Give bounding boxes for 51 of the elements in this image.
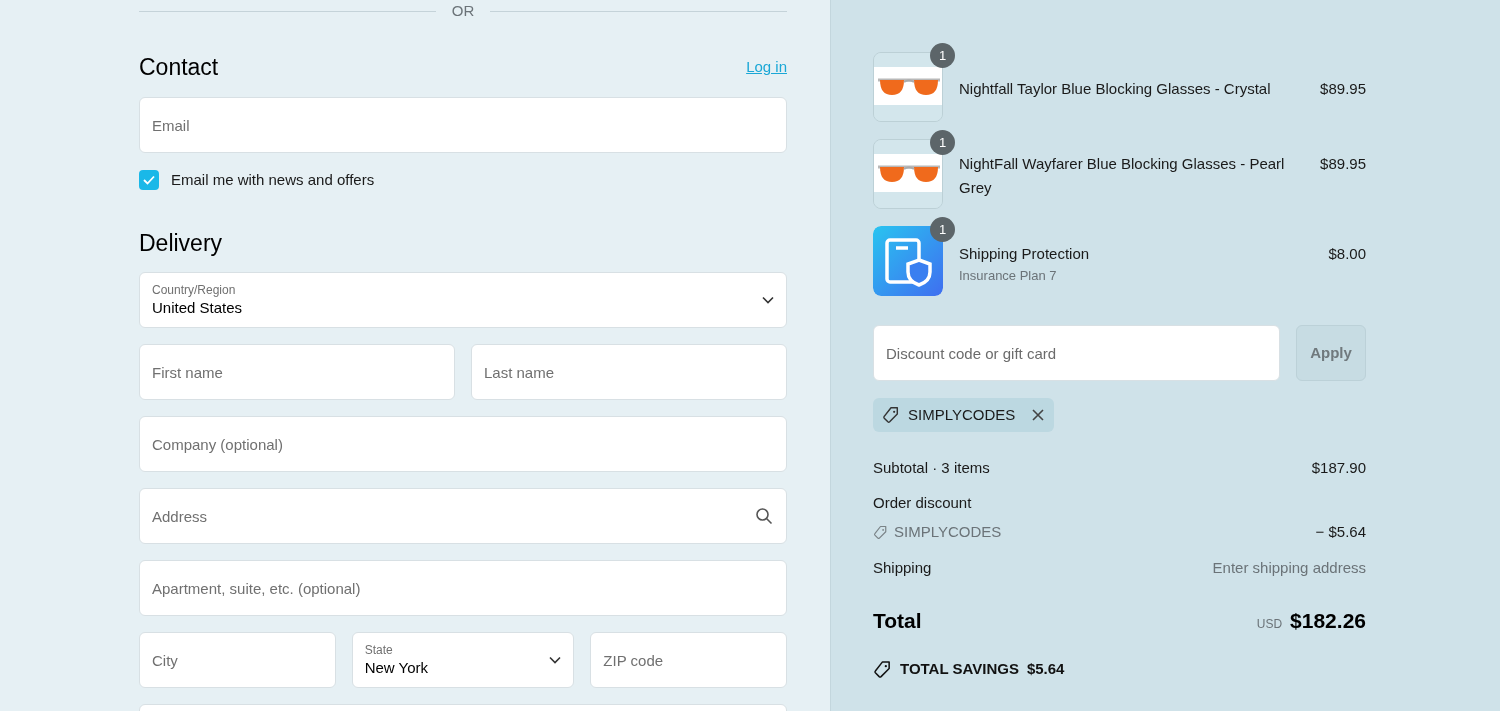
input-field[interactable]: First name <box>139 344 455 400</box>
summary-label: Order discount <box>873 492 972 513</box>
chevron-down-icon <box>549 656 562 664</box>
divider-label: OR <box>451 0 475 21</box>
tag-icon <box>882 406 900 424</box>
checkbox[interactable] <box>139 170 159 190</box>
chevron-down-icon <box>762 296 774 304</box>
input-field[interactable]: Company (optional) <box>139 416 787 472</box>
input-field[interactable]: Last name <box>471 344 787 400</box>
summary-value: Enter shipping address <box>1212 557 1366 578</box>
currency-label: USD <box>1256 616 1283 634</box>
input-field[interactable]: Discount code or gift card <box>873 325 1280 381</box>
discount-amount: − $5.64 <box>1315 521 1366 542</box>
summary-label: Shipping <box>873 557 932 578</box>
tag-icon <box>873 524 888 540</box>
total-label: Total <box>873 608 922 635</box>
input-field[interactable]: ZIP code <box>590 632 787 688</box>
product-price: $8.00 <box>1328 244 1366 264</box>
input-field[interactable]: Address <box>139 488 787 544</box>
quantity-badge: 1 <box>930 130 955 155</box>
discount-code: SIMPLYCODES <box>894 521 1002 542</box>
field-value: New York <box>364 658 430 678</box>
savings-amount: $5.64 <box>1026 659 1065 679</box>
field-label: State <box>364 642 394 658</box>
select-field[interactable]: Country/Region United States <box>139 272 787 328</box>
section-heading: Contact <box>139 52 219 82</box>
savings-label: TOTAL SAVINGS <box>900 659 1019 679</box>
quantity-badge: 1 <box>930 217 955 242</box>
tags-icon <box>873 659 892 679</box>
select-field[interactable]: State New York <box>351 632 575 688</box>
close-icon[interactable] <box>1031 408 1046 422</box>
product-subtitle: Insurance Plan 7 <box>959 267 1058 285</box>
product-name: Shipping Protection <box>959 244 1091 264</box>
product-price: $89.95 <box>1320 154 1366 174</box>
total-amount: $182.26 <box>1290 608 1366 635</box>
search-icon[interactable] <box>755 507 773 525</box>
section-heading: Delivery <box>139 228 223 258</box>
product-price: $89.95 <box>1320 79 1366 99</box>
field-label: Country/Region <box>152 282 237 298</box>
input-field[interactable]: City <box>139 632 336 688</box>
checkmark-icon <box>143 175 155 185</box>
field-value: United States <box>152 298 244 318</box>
tag-label: SIMPLYCODES <box>908 404 1016 425</box>
summary-label: Subtotal · 3 items <box>873 457 990 478</box>
input-field[interactable]: Email <box>139 97 787 153</box>
input-field[interactable]: Apartment, suite, etc. (optional) <box>139 560 787 616</box>
product-name: NightFall Wayfarer Blue Blocking Glasses - Pearl Grey <box>959 154 1286 198</box>
quantity-badge: 1 <box>930 43 955 68</box>
product-name: Nightfall Taylor Blue Blocking Glasses - Crystal <box>959 79 1272 99</box>
summary-value: $187.90 <box>1311 457 1366 478</box>
checkbox-label: Email me with news and offers <box>171 169 375 190</box>
